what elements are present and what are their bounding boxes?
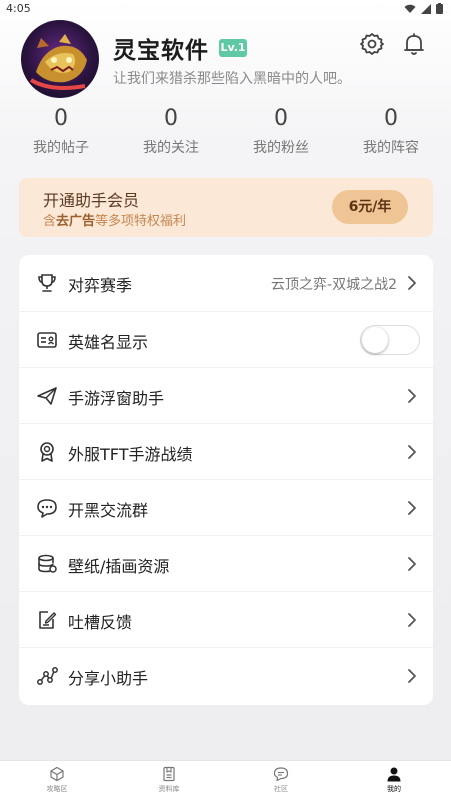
stat-posts[interactable]: 0 我的帖子 (11, 104, 111, 157)
menu-label: 开黑交流群 (68, 501, 149, 520)
chevron-right-icon (408, 669, 416, 683)
menu-item-feedback[interactable]: 吐槽反馈 (19, 591, 433, 647)
cube-icon (50, 766, 64, 782)
menu-item-group-chat[interactable]: 开黑交流群 (19, 479, 433, 535)
vip-price-button[interactable]: 6元/年 (332, 190, 408, 224)
chevron-right-icon (408, 501, 416, 515)
bottom-nav: 攻略区 资料库 社区 我的 (0, 760, 451, 800)
level-badge: Lv.1 (219, 39, 247, 57)
nav-tab-community[interactable]: 社区 (251, 766, 311, 794)
settings-icon[interactable] (359, 31, 385, 57)
stat-label: 我的关注 (143, 140, 199, 156)
document-icon (163, 766, 175, 782)
wifi-icon (404, 4, 416, 13)
chevron-right-icon (408, 389, 416, 403)
nav-label: 社区 (274, 785, 288, 793)
menu-label: 对弈赛季 (68, 276, 133, 295)
database-icon (38, 554, 57, 573)
vip-banner[interactable]: 开通助手会员 含去广告等多项特权福利 6元/年 (19, 178, 433, 237)
profile-slogan: 让我们来猎杀那些陷入黑暗中的人吧。 (113, 71, 351, 87)
status-bar: 4:05 (0, 0, 451, 18)
vip-sub-suffix: 等多项特权福利 (95, 214, 187, 229)
battery-icon (436, 3, 443, 14)
vip-sub-prefix: 含 (43, 214, 57, 229)
nav-label: 攻略区 (46, 785, 68, 793)
signal-icon (421, 3, 431, 14)
status-time: 4:05 (6, 2, 31, 15)
chat-bubble-icon (37, 499, 57, 518)
chevron-right-icon (408, 557, 416, 571)
edit-note-icon (39, 611, 57, 629)
vip-sub-highlight: 去广告 (56, 214, 96, 229)
menu-value: 云顶之弈-双城之战2 (271, 277, 397, 293)
menu-item-floating-window[interactable]: 手游浮窗助手 (19, 367, 433, 423)
menu-card: 对弈赛季 云顶之弈-双城之战2 英雄名显示 手游浮窗助手 外服TFT手游战绩 开… (19, 255, 433, 705)
nav-tab-profile[interactable]: 我的 (364, 766, 424, 794)
nav-label: 我的 (387, 785, 401, 793)
menu-label: 英雄名显示 (68, 333, 149, 352)
chat-icon (273, 767, 289, 782)
id-card-icon (37, 332, 57, 348)
medal-icon (40, 442, 54, 462)
vip-title: 开通助手会员 (43, 191, 140, 210)
nav-label: 资料库 (158, 785, 180, 793)
hero-name-toggle[interactable] (360, 325, 420, 355)
share-icon (37, 667, 58, 685)
menu-item-season[interactable]: 对弈赛季 云顶之弈-双城之战2 (19, 255, 433, 311)
profile-name: 灵宝软件 (113, 38, 209, 64)
avatar-image (29, 34, 87, 90)
stat-value: 0 (274, 106, 288, 131)
menu-label: 吐槽反馈 (68, 613, 133, 632)
nav-tab-guides[interactable]: 攻略区 (27, 766, 87, 794)
stat-followers[interactable]: 0 我的粉丝 (231, 104, 331, 157)
vip-subtitle: 含去广告等多项特权福利 (43, 210, 186, 229)
status-icons (404, 3, 443, 14)
avatar[interactable] (21, 20, 99, 98)
stat-lineups[interactable]: 0 我的阵容 (341, 104, 441, 157)
stat-value: 0 (54, 106, 68, 131)
chevron-right-icon (408, 445, 416, 459)
bell-icon[interactable] (401, 31, 427, 57)
person-icon (387, 767, 401, 782)
menu-item-wallpapers[interactable]: 壁纸/插画资源 (19, 535, 433, 591)
stat-label: 我的帖子 (33, 140, 89, 156)
trophy-icon (38, 274, 56, 292)
stat-label: 我的粉丝 (253, 140, 309, 156)
stat-following[interactable]: 0 我的关注 (121, 104, 221, 157)
menu-label: 分享小助手 (68, 669, 149, 688)
stat-label: 我的阵容 (363, 140, 419, 156)
stat-value: 0 (384, 106, 398, 131)
menu-item-share[interactable]: 分享小助手 (19, 647, 433, 703)
menu-label: 壁纸/插画资源 (68, 557, 170, 576)
paper-plane-icon (37, 387, 57, 405)
nav-tab-database[interactable]: 资料库 (139, 766, 199, 794)
menu-label: 手游浮窗助手 (68, 389, 165, 408)
toggle-knob (362, 327, 388, 353)
menu-item-hero-name[interactable]: 英雄名显示 (19, 311, 433, 367)
menu-item-overseas-record[interactable]: 外服TFT手游战绩 (19, 423, 433, 479)
chevron-right-icon (408, 613, 416, 627)
stat-value: 0 (164, 106, 178, 131)
menu-label: 外服TFT手游战绩 (68, 445, 193, 464)
chevron-right-icon (408, 276, 416, 290)
